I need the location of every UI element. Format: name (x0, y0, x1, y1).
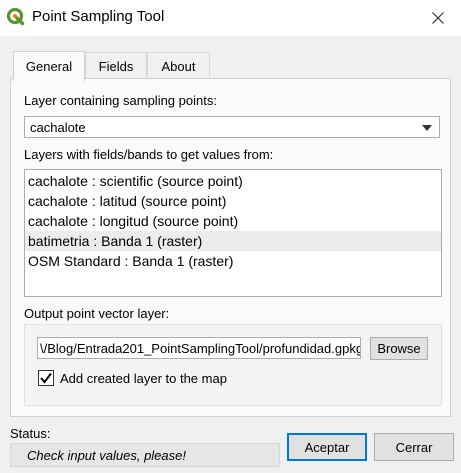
status-box: Check input values, please! (10, 443, 280, 467)
tab-fields[interactable]: Fields (85, 52, 147, 80)
list-item[interactable]: cachalote : scientific (source point) (25, 171, 441, 191)
list-item[interactable]: cachalote : longitud (source point) (25, 211, 441, 231)
sampling-layer-value: cachalote (30, 120, 86, 135)
sampling-layer-label: Layer containing sampling points: (24, 93, 217, 108)
output-path-input[interactable] (37, 337, 361, 359)
status-message: Check input values, please! (27, 448, 186, 463)
qgis-logo-icon (6, 7, 25, 26)
list-item[interactable]: OSM Standard : Banda 1 (raster) (25, 251, 441, 271)
list-item[interactable]: cachalote : latitud (source point) (25, 191, 441, 211)
source-layers-list[interactable]: cachalote : scientific (source point) ca… (24, 169, 442, 297)
close-button[interactable] (415, 0, 461, 36)
title-bar: Point Sampling Tool (0, 0, 461, 36)
window-title: Point Sampling Tool (32, 8, 165, 25)
sampling-layer-combobox[interactable]: cachalote (24, 116, 440, 138)
output-layer-group: Browse Add created layer to the map (24, 324, 442, 406)
close-icon (432, 12, 444, 24)
general-tab-panel: Layer containing sampling points: cachal… (10, 78, 451, 417)
list-item[interactable]: batimetria : Banda 1 (raster) (25, 231, 441, 251)
close-dialog-button[interactable]: Cerrar (374, 433, 454, 461)
browse-button[interactable]: Browse (370, 337, 428, 360)
source-layers-label: Layers with fields/bands to get values f… (24, 147, 274, 162)
tab-general[interactable]: General (13, 51, 85, 81)
checkmark-icon (40, 372, 52, 384)
chevron-down-icon (422, 125, 432, 131)
accept-button[interactable]: Aceptar (287, 433, 367, 461)
add-layer-checkbox[interactable] (38, 370, 54, 386)
status-label: Status: (10, 426, 51, 441)
add-layer-label[interactable]: Add created layer to the map (60, 371, 227, 386)
output-layer-label: Output point vector layer: (24, 306, 170, 321)
tab-about[interactable]: About (147, 52, 210, 80)
